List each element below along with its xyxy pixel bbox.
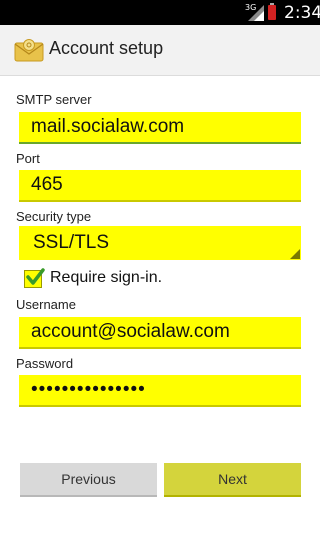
smtp-server-field[interactable]	[19, 112, 301, 144]
password-label: Password	[16, 356, 74, 371]
username-label: Username	[16, 297, 76, 312]
signal-icon	[248, 5, 264, 21]
status-time: 2:34	[284, 3, 320, 23]
require-signin-label: Require sign-in.	[50, 269, 163, 286]
action-bar: Account setup	[0, 25, 320, 76]
port-field[interactable]	[19, 170, 301, 202]
page-title: Account setup	[49, 38, 164, 58]
password-field[interactable]	[19, 375, 301, 407]
security-type-select[interactable]: SSL/TLS	[19, 226, 301, 260]
security-type-value: SSL/TLS	[33, 232, 110, 253]
security-type-label: Security type	[16, 209, 92, 224]
password-input[interactable]	[19, 375, 301, 405]
battery-icon	[268, 3, 276, 20]
port-label: Port	[16, 151, 40, 166]
checkmark-icon	[26, 268, 45, 285]
status-bar: 3G 2:34	[0, 0, 320, 25]
previous-button[interactable]: Previous	[20, 463, 157, 497]
smtp-server-label: SMTP server	[16, 92, 92, 107]
next-button[interactable]: Next	[164, 463, 301, 497]
username-field[interactable]	[19, 317, 301, 349]
email-app-icon[interactable]	[14, 38, 44, 62]
require-signin-row[interactable]: Require sign-in.	[24, 268, 244, 292]
port-input[interactable]	[19, 170, 301, 200]
smtp-server-input[interactable]	[19, 112, 301, 142]
username-input[interactable]	[19, 317, 301, 347]
dropdown-arrow-icon	[290, 249, 300, 259]
